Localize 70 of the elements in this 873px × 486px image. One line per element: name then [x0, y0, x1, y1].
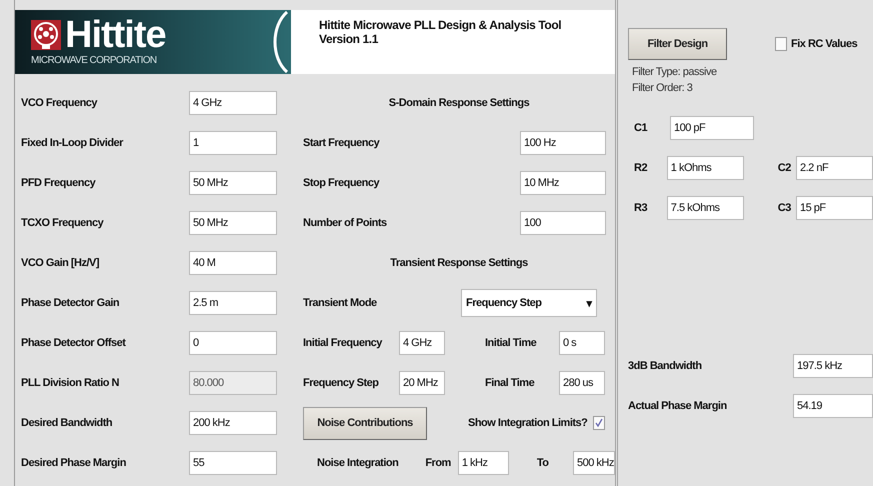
field-label: Final Time — [484, 377, 536, 389]
component-label: C2 — [776, 162, 792, 174]
field-label: From — [425, 457, 452, 469]
input-field[interactable]: 0 s — [559, 331, 605, 355]
result-label: Actual Phase Margin — [628, 400, 728, 412]
component-label: C1 — [633, 122, 648, 134]
input-field[interactable]: 280 us — [559, 371, 605, 395]
filter-design-button[interactable]: Filter Design — [628, 28, 727, 60]
input-field[interactable]: 50 MHz — [189, 171, 277, 195]
field-label: Frequency Step — [303, 377, 380, 389]
input-field[interactable]: 200 kHz — [189, 411, 277, 435]
field-label: Noise Integration — [316, 457, 400, 469]
input-field[interactable]: 1 kOhms — [666, 156, 744, 180]
input-field[interactable]: 0 — [189, 331, 277, 355]
result-label: 3dB Bandwidth — [628, 360, 703, 372]
component-label: R3 — [633, 202, 648, 214]
input-field[interactable]: 100 pF — [670, 116, 754, 140]
input-field[interactable]: 100 Hz — [520, 131, 606, 155]
input-field[interactable]: 2.5 m — [189, 291, 277, 315]
filter-type-text: Filter Type: passive — [632, 65, 718, 80]
field-label: PFD Frequency — [21, 177, 96, 189]
field-label: TCXO Frequency — [21, 217, 104, 229]
field-label: Stop Frequency — [303, 177, 380, 189]
emblem-icon — [31, 20, 61, 50]
field-label: PLL Division Ratio N — [21, 377, 120, 389]
field-label: Transient Mode — [303, 297, 378, 309]
input-field[interactable]: 10 MHz — [520, 171, 606, 195]
noise-contributions-button[interactable]: Noise Contributions — [303, 406, 427, 440]
checkbox[interactable] — [593, 416, 606, 430]
input-field[interactable]: 7.5 kOhms — [666, 196, 744, 220]
result-field: 54.19 — [793, 394, 873, 418]
field-label: Number of Points — [303, 217, 388, 229]
component-label: C3 — [776, 202, 792, 214]
field-label: Initial Frequency — [303, 337, 384, 349]
input-field[interactable]: 4 GHz — [189, 91, 277, 115]
input-field[interactable]: 40 M — [189, 251, 277, 275]
component-label: R2 — [633, 162, 648, 174]
input-field[interactable]: 50 MHz — [189, 211, 277, 235]
field-label: Desired Phase Margin — [21, 457, 127, 469]
checkbox-label: Show Integration Limits? — [468, 417, 588, 429]
app-title: Hittite Microwave PLL Design & Analysis Tool — [319, 18, 562, 32]
app-version: Version 1.1 — [319, 32, 380, 46]
input-field[interactable]: 500 kHz — [572, 451, 615, 475]
field-label: Fixed In-Loop Divider — [21, 137, 124, 149]
input-field[interactable]: 1 kHz — [458, 451, 509, 475]
logo-subtitle: MICROWAVE CORPORATION — [31, 55, 158, 67]
logo-wordmark: Hittite — [65, 15, 166, 55]
checkbox[interactable] — [775, 37, 787, 51]
checkbox-label: Fix RC Values — [791, 38, 858, 50]
field-label: VCO Frequency — [21, 97, 98, 109]
mode-dropdown[interactable]: Frequency Step ▾ — [461, 289, 597, 317]
field-label: To — [536, 457, 550, 469]
field-label: Phase Detector Gain — [21, 297, 120, 309]
field-label: Desired Bandwidth — [21, 417, 114, 429]
result-field: 197.5 kHz — [793, 354, 873, 378]
input-field[interactable]: 100 — [520, 211, 606, 235]
field-label: Initial Time — [484, 337, 538, 349]
section-title: S-Domain Response Settings — [388, 97, 530, 109]
field-label: Phase Detector Offset — [21, 337, 127, 349]
field-label: Start Frequency — [303, 137, 380, 149]
input-field[interactable]: 1 — [189, 131, 277, 155]
input-field[interactable]: 4 GHz — [399, 331, 445, 355]
input-field[interactable]: 20 MHz — [399, 371, 445, 395]
input-field[interactable]: 15 pF — [796, 196, 873, 220]
filter-order-text: Filter Order: 3 — [632, 81, 694, 96]
field-label: VCO Gain [Hz/V] — [21, 257, 100, 269]
arc-decoration — [273, 10, 289, 74]
section-title: Transient Response Settings — [390, 257, 528, 269]
input-field[interactable]: 55 — [189, 451, 277, 475]
input-field[interactable]: 2.2 nF — [796, 156, 873, 180]
